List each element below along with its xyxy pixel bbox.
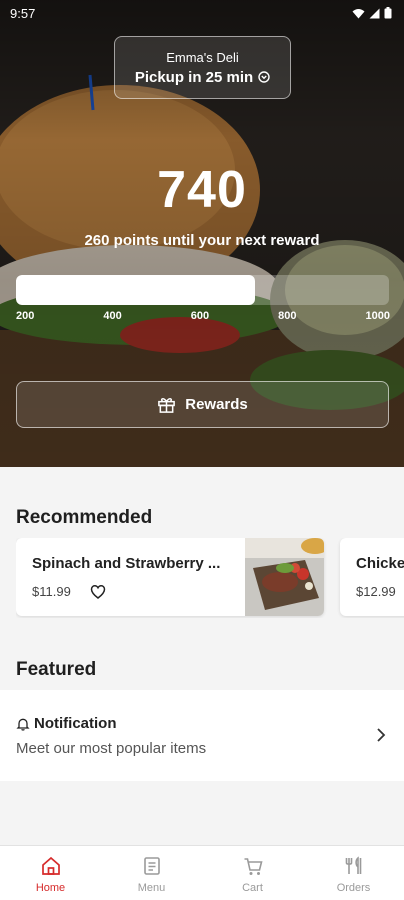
menu-icon: [143, 857, 160, 875]
wifi-icon: [352, 8, 365, 18]
heart-icon[interactable]: [90, 584, 106, 600]
item-price: $11.99: [32, 584, 71, 599]
gift-icon: [158, 398, 176, 413]
chevron-right-icon: [377, 728, 386, 742]
status-bar: 9:57: [0, 0, 404, 26]
nav-item-home[interactable]: Home: [0, 846, 101, 900]
bell-icon: [16, 718, 30, 731]
bottom-navigation: Home Menu Cart Orders: [0, 845, 404, 900]
nav-item-orders[interactable]: Orders: [303, 846, 404, 900]
recommended-item-card[interactable]: Spinach and Strawberry ... $11.99: [16, 538, 324, 616]
pickup-store-selector[interactable]: Emma's Deli Pickup in 25 min: [114, 36, 291, 99]
rewards-progress-fill: [16, 275, 255, 305]
rewards-button-label: Rewards: [185, 396, 248, 413]
nav-item-menu[interactable]: Menu: [101, 846, 202, 900]
tick-label: 800: [278, 310, 297, 322]
tick-label: 1000: [365, 310, 390, 322]
rewards-button[interactable]: Rewards: [16, 381, 389, 428]
notification-title: Notification: [16, 715, 117, 732]
rewards-hero: 9:57 Emma's Deli Pickup in 25 min 740 26…: [0, 0, 404, 467]
points-until-reward: 260 points until your next reward: [84, 232, 320, 249]
featured-heading: Featured: [16, 659, 97, 680]
chevron-down-circle-icon: [258, 71, 270, 83]
recommended-carousel[interactable]: Spinach and Strawberry ... $11.99 Chicke…: [16, 538, 404, 618]
tick-label: 400: [103, 310, 122, 322]
tick-label: 200: [16, 310, 35, 322]
nav-item-cart[interactable]: Cart: [202, 846, 303, 900]
pickup-time: Pickup in 25 min: [115, 69, 290, 86]
home-icon: [41, 856, 60, 875]
orders-icon: [345, 856, 361, 874]
item-price: $12.99: [356, 584, 396, 599]
nav-label: Home: [35, 882, 66, 894]
battery-icon: [384, 7, 392, 19]
item-name: Spinach and Strawberry ...: [32, 555, 221, 572]
tick-label: 600: [190, 310, 210, 322]
nav-label: Orders: [336, 882, 371, 894]
cart-icon: [244, 858, 263, 875]
recommended-item-card[interactable]: Chicke $12.99: [340, 538, 404, 616]
progress-tick-labels: 200 400 600 800 1000: [16, 310, 390, 322]
featured-notification-row[interactable]: Notification Meet our most popular items: [0, 690, 404, 781]
pickup-time-label: Pickup in 25 min: [134, 68, 254, 86]
item-name: Chicke: [356, 555, 404, 572]
recommended-heading: Recommended: [16, 507, 153, 528]
notification-title-text: Notification: [34, 715, 117, 732]
status-time: 9:57: [10, 5, 36, 21]
nav-label: Cart: [242, 882, 263, 894]
nav-label: Menu: [137, 882, 166, 894]
store-name: Emma's Deli: [166, 49, 239, 65]
notification-subtitle: Meet our most popular items: [16, 740, 207, 757]
rewards-progress-bar: [16, 275, 389, 305]
signal-icon: [369, 8, 380, 18]
points-balance: 740: [157, 161, 247, 219]
item-thumbnail: [245, 538, 324, 616]
